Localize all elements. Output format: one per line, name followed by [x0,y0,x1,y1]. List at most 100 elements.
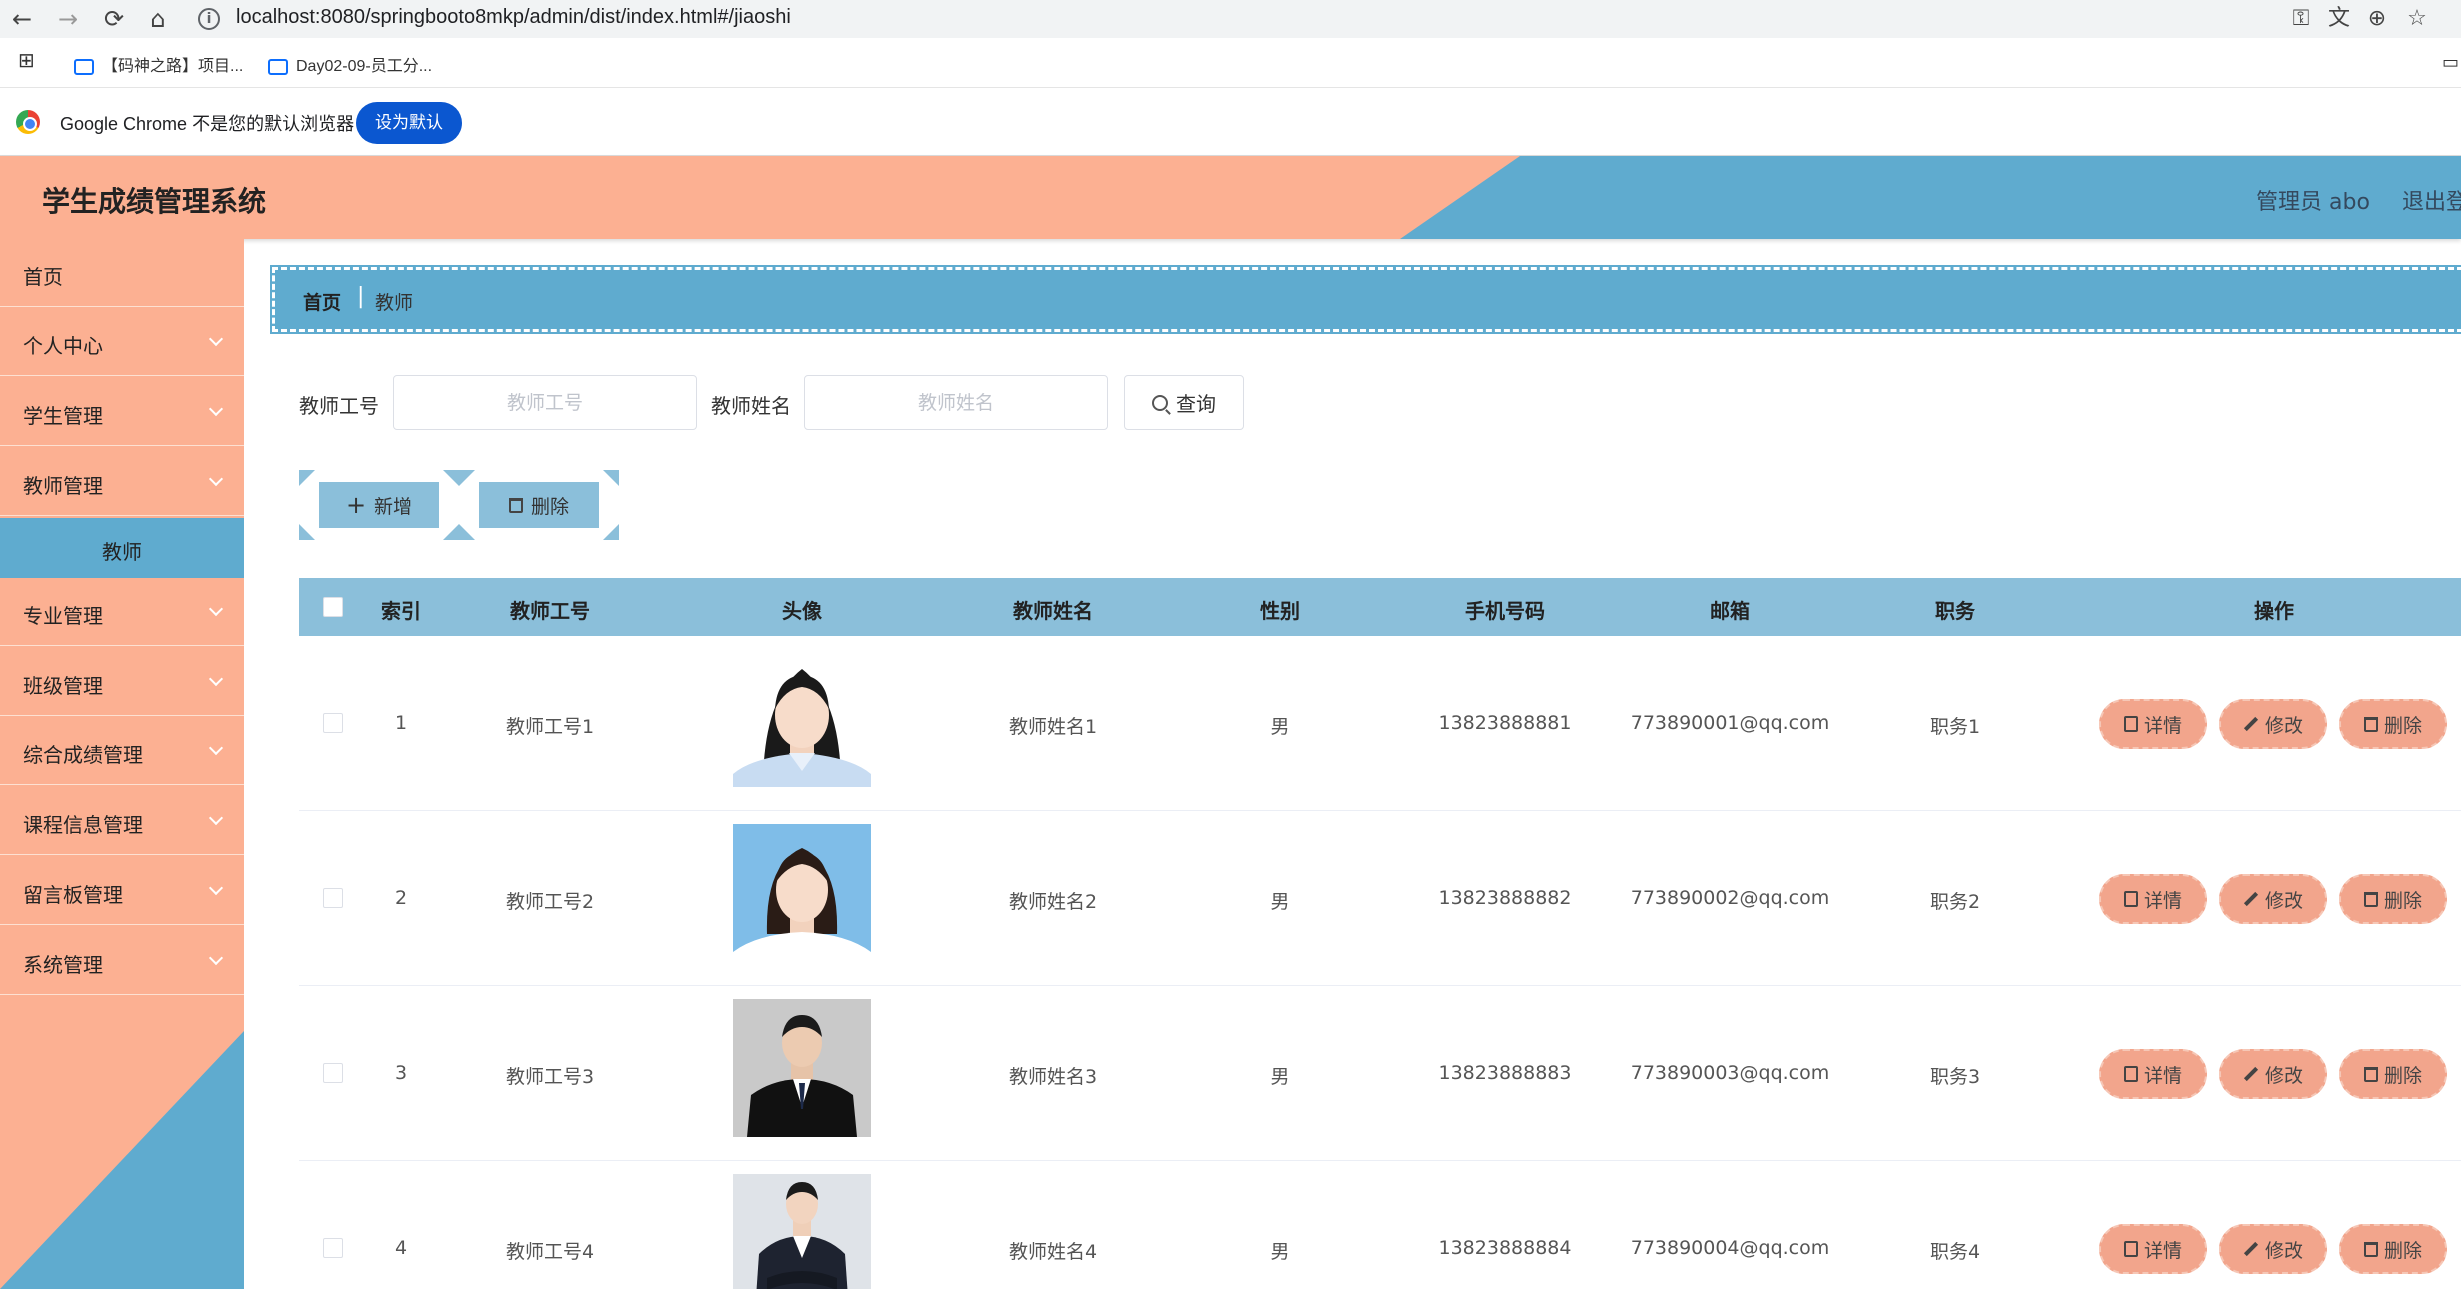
edit-button[interactable]: 修改 [2219,699,2327,749]
sidebar-item-teachers[interactable]: 教师管理 [0,448,244,516]
table-row: 2 教师工号2 教师姓名2 男 13823888882 773890002@qq… [299,811,2461,986]
teacher-name-label: 教师姓名 [711,394,791,418]
cell-email: 773890001@qq.com [1630,712,1830,734]
detail-button[interactable]: 详情 [2099,699,2207,749]
chevron-down-icon [208,401,224,417]
folder-icon[interactable]: ▭ [2442,52,2459,73]
avatar [733,999,871,1137]
chevron-down-icon [208,331,224,347]
sidebar-item-home[interactable]: 首页 [0,239,244,307]
detail-button[interactable]: 详情 [2099,1049,2207,1099]
bookmark-item[interactable]: Day02-09-员工分... [268,52,432,76]
table-row: 1 教师工号1 教师姓名1 男 13823888881 773890001@qq… [299,636,2461,811]
chrome-logo-icon [16,110,40,134]
col-gender: 性别 [1260,599,1300,623]
col-avatar: 头像 [782,599,822,623]
edit-button[interactable]: 修改 [2219,874,2327,924]
detail-button[interactable]: 详情 [2099,1224,2207,1274]
row-checkbox[interactable] [323,1238,343,1258]
col-email: 邮箱 [1710,599,1750,623]
default-browser-infobar: Google Chrome 不是您的默认浏览器 设为默认 [0,88,2461,156]
row-checkbox[interactable] [323,888,343,908]
bookmark-item[interactable]: 【码神之路】项目... [74,52,243,76]
chevron-down-icon [208,810,224,826]
translate-icon[interactable]: 文 [2324,4,2354,34]
select-all-checkbox[interactable] [323,597,343,617]
query-button[interactable]: 查询 [1124,375,1244,430]
cell-index: 1 [394,712,408,734]
batch-delete-button[interactable]: 删除 [479,482,599,528]
delete-button[interactable]: 删除 [2339,1224,2447,1274]
cell-title: 职务3 [1929,1066,1981,1088]
cell-index: 4 [394,1237,408,1259]
breadcrumb-home[interactable]: 首页 [303,288,341,315]
chevron-down-icon [208,880,224,896]
cell-phone: 13823888882 [1438,887,1572,909]
cell-teacher-name: 教师姓名2 [1008,891,1098,913]
trash-icon [2363,716,2378,732]
sidebar-item-grades[interactable]: 综合成绩管理 [0,717,244,785]
cell-teacher-id: 教师工号1 [505,716,595,738]
trash-icon [2363,1066,2378,1082]
cell-teacher-id: 教师工号2 [505,891,595,913]
sidebar-subitem-teacher[interactable]: 教师 [0,518,244,578]
detail-button[interactable]: 详情 [2099,874,2207,924]
home-icon[interactable]: ⌂ [142,3,174,35]
row-checkbox[interactable] [323,713,343,733]
url-text[interactable]: localhost:8080/springbooto8mkp/admin/dis… [236,6,791,29]
cell-title: 职务4 [1929,1241,1981,1263]
table-header: 索引 教师工号 头像 教师姓名 性别 手机号码 邮箱 职务 操作 [299,578,2461,636]
plus-icon: + [345,491,367,519]
teacher-name-input[interactable] [804,375,1108,430]
sidebar-item-majors[interactable]: 专业管理 [0,578,244,646]
col-title: 职务 [1935,599,1975,623]
chevron-down-icon [208,740,224,756]
bookmark-star-icon[interactable]: ☆ [2402,4,2432,34]
forward-arrow-icon[interactable]: → [52,3,84,35]
password-key-icon[interactable]: ⚿ [2286,4,2316,34]
zoom-icon[interactable]: ⊕ [2362,4,2392,34]
chevron-down-icon [208,950,224,966]
sidebar-item-system[interactable]: 系统管理 [0,927,244,995]
edit-pen-icon [2243,1241,2259,1257]
reload-icon[interactable]: ⟳ [98,3,130,35]
cell-phone: 13823888883 [1438,1062,1572,1084]
sidebar-accent [0,1031,244,1289]
cell-email: 773890004@qq.com [1630,1237,1830,1259]
default-browser-text: Google Chrome 不是您的默认浏览器 [60,114,355,134]
cell-index: 3 [394,1062,408,1084]
chevron-down-icon [208,601,224,617]
teacher-id-input[interactable] [393,375,697,430]
back-arrow-icon[interactable]: ← [6,3,38,35]
sidebar-item-classes[interactable]: 班级管理 [0,648,244,716]
cell-gender: 男 [1270,1066,1290,1088]
sidebar-item-courses[interactable]: 课程信息管理 [0,787,244,855]
breadcrumb: 首页 | 教师 [270,265,2461,334]
breadcrumb-current: 教师 [375,292,414,314]
cell-teacher-name: 教师姓名4 [1008,1241,1098,1263]
delete-button[interactable]: 删除 [2339,1049,2447,1099]
row-checkbox[interactable] [323,1063,343,1083]
site-info-icon[interactable]: i [198,8,220,30]
document-icon [2123,1066,2138,1082]
sidebar-item-personal[interactable]: 个人中心 [0,308,244,376]
cell-teacher-id: 教师工号4 [505,1241,595,1263]
trash-icon [2363,1241,2378,1257]
delete-button[interactable]: 删除 [2339,699,2447,749]
cell-phone: 13823888884 [1438,1237,1572,1259]
add-button-wrap: + 新增 [299,470,459,540]
delete-button[interactable]: 删除 [2339,874,2447,924]
cell-email: 773890002@qq.com [1630,887,1830,909]
sidebar-item-messages[interactable]: 留言板管理 [0,857,244,925]
edit-button[interactable]: 修改 [2219,1224,2327,1274]
avatar [733,649,871,787]
sidebar-item-students[interactable]: 学生管理 [0,378,244,446]
set-default-button[interactable]: 设为默认 [356,102,462,144]
chevron-down-icon [208,671,224,687]
delete-button-wrap: 删除 [459,470,619,540]
apps-grid-icon[interactable]: ⊞ [18,48,35,73]
cell-email: 773890003@qq.com [1630,1062,1830,1084]
logout-link[interactable]: 退出登录 [2402,184,2461,216]
edit-button[interactable]: 修改 [2219,1049,2327,1099]
add-button[interactable]: + 新增 [319,482,439,528]
